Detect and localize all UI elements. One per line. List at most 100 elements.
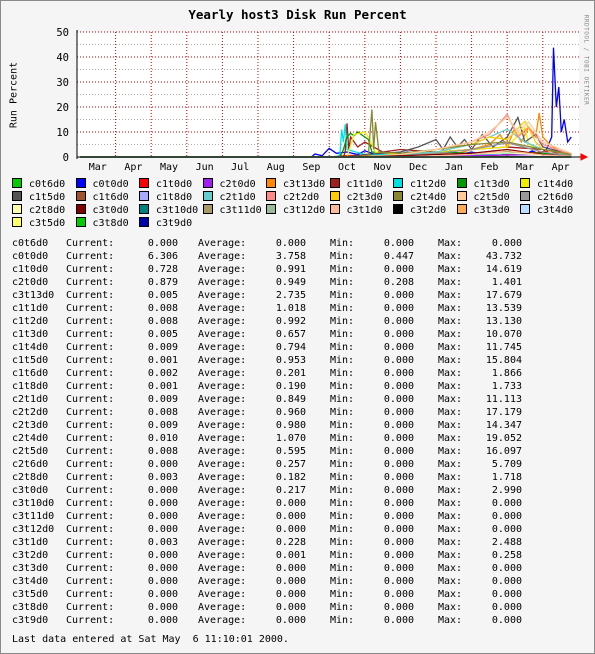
min-label: Min: — [330, 342, 355, 353]
min-label: Min: — [330, 381, 355, 392]
legend-label: c3t5d0 — [29, 218, 66, 229]
legend-item-c1t4d0: c1t4d0 — [520, 178, 573, 191]
average-value: 0.000 — [275, 615, 306, 626]
min-value: 0.208 — [383, 277, 414, 288]
last-update-footer: Last data entered at Sat May 6 11:10:01 … — [12, 634, 289, 645]
max-label: Max: — [438, 550, 463, 561]
current-value: 0.002 — [147, 368, 178, 379]
legend-item-c2t2d0: c2t2d0 — [266, 191, 319, 204]
x-tick-label: Feb — [480, 162, 498, 173]
min-label: Min: — [330, 576, 355, 587]
max-value: 13.130 — [485, 316, 522, 327]
current-label: Current: — [66, 277, 115, 288]
max-label: Max: — [438, 316, 463, 327]
max-value: 19.052 — [485, 433, 522, 444]
current-label: Current: — [66, 524, 115, 535]
max-label: Max: — [438, 264, 463, 275]
device-name: c2t8d0 — [12, 472, 49, 483]
max-value: 1.401 — [491, 277, 522, 288]
average-value: 0.980 — [275, 420, 306, 431]
average-label: Average: — [198, 407, 247, 418]
current-value: 0.000 — [147, 511, 178, 522]
min-value: 0.000 — [383, 498, 414, 509]
device-name: c2t0d0 — [12, 277, 49, 288]
min-label: Min: — [330, 407, 355, 418]
current-label: Current: — [66, 407, 115, 418]
min-value: 0.000 — [383, 602, 414, 613]
current-value: 0.005 — [147, 290, 178, 301]
legend-label: c2t8d0 — [29, 205, 66, 216]
legend-swatch — [12, 204, 22, 214]
legend-swatch — [520, 178, 530, 188]
average-label: Average: — [198, 589, 247, 600]
current-value: 0.728 — [147, 264, 178, 275]
legend-swatch — [139, 204, 149, 214]
legend-swatch — [329, 191, 340, 201]
max-value: 0.000 — [491, 563, 522, 574]
legend-item-c2t5d0: c2t5d0 — [456, 191, 510, 204]
legend-label: c3t10d0 — [156, 205, 199, 216]
min-value: 0.000 — [383, 238, 414, 249]
legend-swatch — [329, 204, 340, 214]
legend-label: c3t11d0 — [219, 205, 262, 216]
legend-label: c0t0d0 — [92, 179, 129, 190]
min-label: Min: — [330, 329, 355, 340]
min-label: Min: — [330, 589, 355, 600]
device-name: c1t6d0 — [12, 368, 49, 379]
x-tick-label: May — [160, 162, 178, 173]
current-value: 6.306 — [147, 251, 178, 262]
legend-item-c3t3d0: c3t3d0 — [456, 204, 510, 217]
legend-swatch — [139, 217, 149, 227]
legend-swatch — [139, 178, 149, 188]
legend-label: c1t1d0 — [346, 179, 383, 190]
legend-item-c2t8d0: c2t8d0 — [12, 204, 65, 217]
current-value: 0.000 — [147, 550, 178, 561]
legend-label: c2t2d0 — [283, 192, 320, 203]
max-value: 10.070 — [485, 329, 522, 340]
legend-item-c3t9d0: c3t9d0 — [139, 217, 192, 230]
average-value: 2.735 — [275, 290, 306, 301]
average-label: Average: — [198, 524, 247, 535]
average-label: Average: — [198, 615, 247, 626]
legend-label: c1t8d0 — [156, 192, 193, 203]
legend-swatch — [456, 178, 467, 188]
device-name: c2t6d0 — [12, 459, 49, 470]
legend-label: c1t3d0 — [473, 179, 510, 190]
legend-item-c1t0d0: c1t0d0 — [139, 178, 192, 191]
x-tick-label: Apr — [552, 162, 570, 173]
max-value: 0.000 — [491, 524, 522, 535]
legend-item-c2t6d0: c2t6d0 — [520, 191, 573, 204]
average-value: 0.794 — [275, 342, 306, 353]
legend-swatch — [139, 191, 149, 201]
legend-item-c1t6d0: c1t6d0 — [75, 191, 129, 204]
average-label: Average: — [198, 459, 247, 470]
current-label: Current: — [66, 264, 115, 275]
min-value: 0.000 — [383, 433, 414, 444]
min-label: Min: — [330, 524, 355, 535]
min-label: Min: — [330, 368, 355, 379]
current-label: Current: — [66, 511, 115, 522]
average-value: 0.960 — [275, 407, 306, 418]
max-label: Max: — [438, 524, 463, 535]
min-label: Min: — [330, 433, 355, 444]
device-name: c3t8d0 — [12, 602, 49, 613]
legend-label: c3t2d0 — [410, 205, 447, 216]
legend-swatch — [75, 217, 86, 227]
max-value: 14.347 — [485, 420, 522, 431]
current-label: Current: — [66, 290, 115, 301]
current-label: Current: — [66, 329, 115, 340]
current-label: Current: — [66, 238, 115, 249]
min-value: 0.000 — [383, 537, 414, 548]
legend-label: c2t1d0 — [219, 192, 256, 203]
y-tick-label: 30 — [56, 77, 69, 89]
max-value: 11.745 — [485, 342, 522, 353]
current-value: 0.000 — [147, 602, 178, 613]
current-label: Current: — [66, 537, 115, 548]
legend-item-c3t12d0: c3t12d0 — [266, 204, 325, 217]
min-label: Min: — [330, 420, 355, 431]
average-value: 0.000 — [275, 511, 306, 522]
max-label: Max: — [438, 342, 463, 353]
legend-item-c2t1d0: c2t1d0 — [202, 191, 256, 204]
legend-swatch — [393, 178, 403, 188]
current-value: 0.000 — [147, 615, 178, 626]
